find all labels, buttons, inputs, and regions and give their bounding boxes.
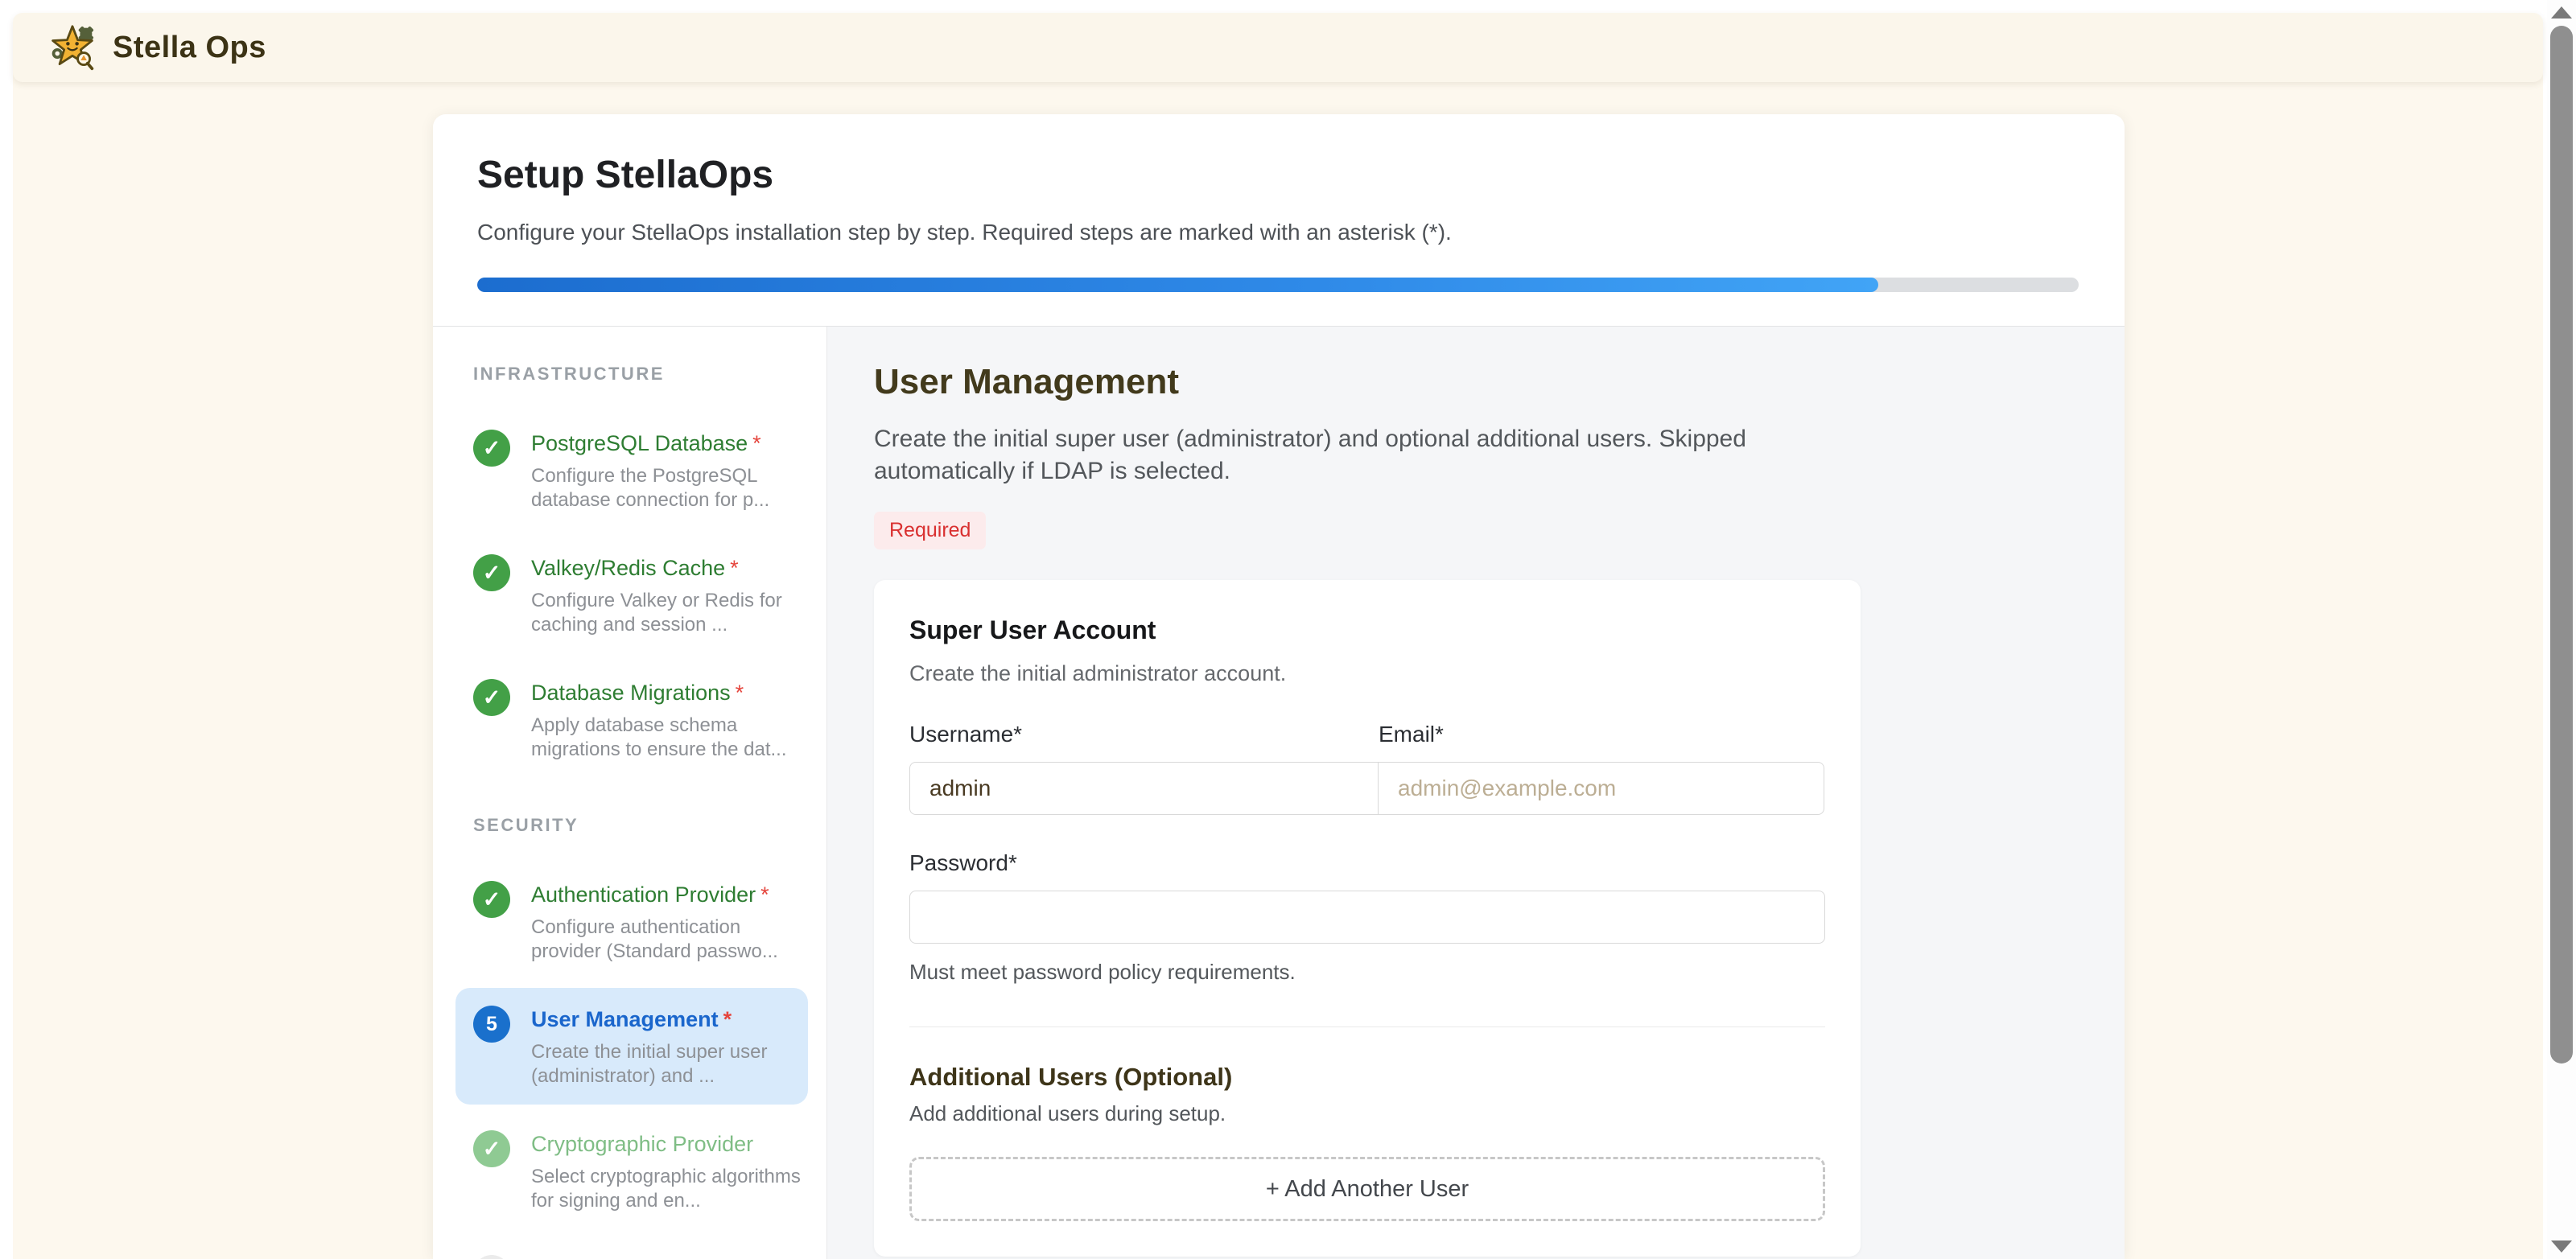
step-description: Apply database schema migrations to ensu… bbox=[531, 714, 802, 762]
password-helper-text: Must meet password policy requirements. bbox=[909, 960, 1825, 985]
section-label-security: SECURITY bbox=[473, 815, 826, 836]
check-circle-icon: ✓ bbox=[473, 554, 510, 591]
scroll-up-arrow-icon[interactable] bbox=[2551, 6, 2572, 19]
sidebar-item-valkey-redis-cache[interactable]: ✓ Valkey/Redis Cache* Configure Valkey o… bbox=[455, 537, 808, 653]
page-title: Setup StellaOps bbox=[477, 153, 2078, 197]
step-description: Configure the PostgreSQL database connec… bbox=[531, 464, 802, 512]
check-circle-icon: ✓ bbox=[473, 679, 510, 716]
step-title: Valkey/Redis Cache* bbox=[531, 556, 802, 581]
stella-ops-logo-icon bbox=[48, 23, 97, 72]
username-field[interactable] bbox=[909, 762, 1379, 815]
required-asterisk: * bbox=[760, 883, 769, 907]
step-title: PostgreSQL Database* bbox=[531, 431, 802, 456]
setup-progress-bar bbox=[477, 278, 2079, 292]
step-page-subtitle: Create the initial super user (administr… bbox=[874, 423, 1799, 488]
required-asterisk: * bbox=[730, 556, 739, 580]
step-number-badge: 5 bbox=[473, 1006, 510, 1043]
additional-users-subtitle: Add additional users during setup. bbox=[909, 1101, 1825, 1126]
steps-sidebar: INFRASTRUCTURE ✓ PostgreSQL Database* Co… bbox=[433, 327, 827, 1259]
top-app-bar: Stella Ops bbox=[13, 13, 2543, 82]
step-title: Cryptographic Provider bbox=[531, 1132, 802, 1157]
step-description: Configure Valkey or Redis for caching an… bbox=[531, 589, 802, 637]
step-description: Configure authentication provider (Stand… bbox=[531, 915, 802, 964]
step-content-panel: User Management Create the initial super… bbox=[827, 327, 2125, 1259]
super-user-card-title: Super User Account bbox=[909, 615, 1825, 645]
required-asterisk: * bbox=[752, 431, 761, 455]
setup-progress-fill bbox=[477, 278, 1878, 292]
section-label-infrastructure: INFRASTRUCTURE bbox=[473, 364, 826, 385]
email-field[interactable] bbox=[1378, 762, 1824, 815]
super-user-account-card: Super User Account Create the initial ad… bbox=[874, 580, 1861, 1257]
sidebar-item-postgresql-database[interactable]: ✓ PostgreSQL Database* Configure the Pos… bbox=[455, 412, 808, 529]
step-title: Authentication Provider* bbox=[531, 883, 802, 907]
check-circle-icon: ✓ bbox=[473, 1130, 510, 1167]
password-label: Password* bbox=[909, 850, 1825, 876]
password-field[interactable] bbox=[909, 891, 1825, 944]
vertical-scrollbar[interactable] bbox=[2547, 0, 2576, 1259]
step-page-title: User Management bbox=[874, 362, 2125, 402]
step-title: Database Migrations* bbox=[531, 681, 802, 706]
page-subtitle: Configure your StellaOps installation st… bbox=[477, 220, 2078, 245]
step-description: Select cryptographic algorithms for sign… bbox=[531, 1165, 802, 1213]
required-badge: Required bbox=[874, 512, 986, 549]
username-label: Username* bbox=[909, 722, 1379, 747]
scrollbar-thumb[interactable] bbox=[2550, 26, 2573, 1064]
sidebar-item-user-management[interactable]: 5 User Management* Create the initial su… bbox=[455, 988, 808, 1105]
check-circle-icon: ✓ bbox=[473, 430, 510, 467]
sidebar-item-cryptographic-provider[interactable]: ✓ Cryptographic Provider Select cryptogr… bbox=[455, 1113, 808, 1229]
step-number-badge: 7 bbox=[473, 1255, 510, 1259]
required-asterisk: * bbox=[723, 1007, 732, 1031]
sidebar-item-database-migrations[interactable]: ✓ Database Migrations* Apply database sc… bbox=[455, 661, 808, 778]
wizard-header: Setup StellaOps Configure your StellaOps… bbox=[433, 114, 2125, 326]
required-asterisk: * bbox=[736, 681, 744, 705]
additional-users-title: Additional Users (Optional) bbox=[909, 1063, 1825, 1092]
check-circle-icon: ✓ bbox=[473, 881, 510, 918]
add-another-user-button[interactable]: + Add Another User bbox=[909, 1157, 1825, 1221]
email-label: Email* bbox=[1379, 722, 1444, 747]
step-title: User Management* bbox=[531, 1007, 802, 1032]
sidebar-item-authentication-provider[interactable]: ✓ Authentication Provider* Configure aut… bbox=[455, 863, 808, 980]
step-description: Create the initial super user (administr… bbox=[531, 1040, 802, 1088]
app-title: Stella Ops bbox=[113, 31, 266, 65]
sidebar-item-secrets-vault[interactable]: 7 Secrets Vault Configure a secrets vaul… bbox=[455, 1237, 808, 1259]
scroll-down-arrow-icon[interactable] bbox=[2551, 1240, 2572, 1253]
setup-wizard-card: Setup StellaOps Configure your StellaOps… bbox=[433, 114, 2125, 1259]
super-user-card-subtitle: Create the initial administrator account… bbox=[909, 661, 1825, 686]
